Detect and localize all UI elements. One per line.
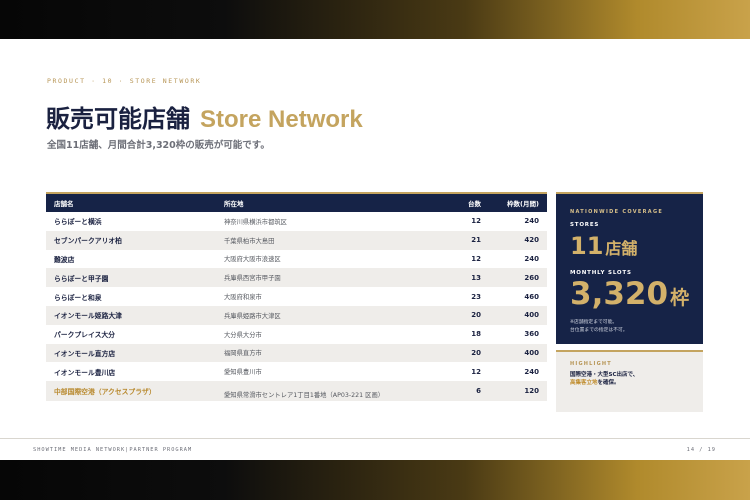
store-location: 愛知県常滑市セントレア1丁目1番地（AP03-221 区画）: [224, 391, 385, 399]
store-location: 神奈川県横浜市都筑区: [224, 218, 287, 226]
store-location: 兵庫県姫路市大津区: [224, 312, 281, 320]
store-location: 大阪府和泉市: [224, 294, 262, 302]
slots-unit: 枠: [670, 287, 690, 309]
store-slots: 120: [524, 387, 539, 396]
table-row: 中部国際空港（アクセスプラザ） 愛知県常滑市セントレア1丁目1番地（AP03-2…: [46, 381, 547, 402]
store-units: 12: [471, 254, 481, 263]
page-title-jp: 販売可能店舗: [46, 105, 190, 133]
coverage-eyebrow: NATIONWIDE COVERAGE: [570, 209, 664, 215]
store-name: イオンモール豊川店: [54, 368, 116, 377]
table-row: イオンモール姫路大津 兵庫県姫路市大津区 20 400: [46, 305, 547, 325]
store-location: 福岡県直方市: [224, 350, 262, 358]
coverage-note-line: ※店舗指定まで可能。: [570, 320, 618, 325]
column-header-store-name: 店舗名: [54, 200, 74, 208]
highlight-text: 国際空港・大型SC出店で、 高集客立地を確保。: [570, 371, 638, 387]
store-name: セブンパークアリオ柏: [54, 237, 122, 246]
store-units: 20: [471, 348, 481, 357]
store-slots: 240: [524, 217, 539, 226]
slots-value: 3,320: [570, 276, 669, 312]
store-name: イオンモール姫路大津: [54, 312, 122, 321]
table-row: パークプレイス大分 大分県大分市 18 360: [46, 324, 547, 344]
page-title: 販売可能店舗 Store Network: [46, 99, 363, 133]
store-units: 13: [471, 273, 481, 282]
page-subtitle: 全国11店舗、月間合計3,320枠の販売が可能です。: [47, 140, 270, 151]
table-row: 難波店 大阪府大阪市浪速区 12 240: [46, 249, 547, 269]
coverage-note-line: 台位置までの指定は不可。: [570, 327, 628, 333]
store-location: 愛知県豊川市: [224, 369, 262, 377]
table-row: イオンモール直方店 福岡県直方市 20 400: [46, 343, 547, 363]
store-name: ららぽーと和泉: [54, 293, 102, 302]
store-location: 千葉県柏市大島田: [224, 237, 275, 245]
highlight-line: 国際空港・大型SC出店で、: [570, 372, 639, 378]
store-slots: 240: [524, 367, 539, 376]
store-location: 大阪府大阪市浪速区: [224, 256, 281, 264]
highlight-line: 高集客立地を確保。: [570, 379, 638, 387]
slots-figure: 3,320 枠: [570, 276, 689, 312]
table-row: セブンパークアリオ柏 千葉県柏市大島田 21 420: [46, 230, 547, 250]
highlight-rest: を確保。: [597, 380, 620, 386]
highlight-box: HIGHLIGHT 国際空港・大型SC出店で、 高集客立地を確保。: [556, 350, 703, 412]
table-row: ららぽーと和泉 大阪府和泉市 23 460: [46, 287, 547, 306]
store-units: 12: [471, 367, 481, 376]
store-name: 中部国際空港（アクセスプラザ）: [54, 388, 156, 397]
highlight-accent: 高集客立地: [570, 380, 598, 386]
column-header-location: 所在地: [224, 200, 244, 208]
top-gradient-band: [0, 0, 750, 39]
highlight-eyebrow: HIGHLIGHT: [570, 361, 612, 367]
store-slots: 420: [524, 236, 539, 245]
store-units: 12: [471, 217, 481, 226]
footer-brand: SHOWTIME MEDIA NETWORK|PARTNER PROGRAM: [33, 447, 193, 453]
store-name: 難波店: [54, 255, 75, 264]
column-header-units: 台数: [468, 200, 481, 208]
table-row: ららぽーと甲子園 兵庫県西宮市甲子園 13 260: [46, 268, 547, 288]
column-header-slots: 枠数(月間): [507, 200, 539, 208]
stores-figure: 11 店舗: [570, 232, 637, 260]
store-units: 6: [476, 387, 481, 396]
table-row: ららぽーと横浜 神奈川県横浜市都筑区 12 240: [46, 212, 547, 231]
store-slots: 400: [524, 311, 539, 320]
page-title-en: Store Network: [200, 106, 363, 133]
store-slots: 460: [524, 292, 539, 301]
coverage-note: ※店舗指定まで可能。 台位置までの指定は不可。: [570, 319, 628, 334]
store-slots: 240: [524, 254, 539, 263]
coverage-panel: NATIONWIDE COVERAGE STORES 11 店舗 MONTHLY…: [556, 192, 703, 344]
stores-value: 11: [570, 232, 604, 260]
bottom-gradient-band: [0, 460, 750, 500]
store-units: 21: [471, 236, 481, 245]
store-units: 20: [471, 311, 481, 320]
store-units: 18: [471, 330, 481, 339]
table-row: イオンモール豊川店 愛知県豊川市 12 240: [46, 362, 547, 382]
store-units: 23: [471, 292, 481, 301]
stores-label: STORES: [570, 222, 600, 228]
stores-unit: 店舗: [605, 239, 638, 258]
store-location: 大分県大分市: [224, 331, 262, 339]
store-slots: 400: [524, 348, 539, 357]
store-name: ららぽーと横浜: [54, 218, 102, 227]
page-number: 14 / 19: [686, 447, 716, 453]
footer-divider: [0, 438, 750, 439]
store-name: パークプレイス大分: [54, 331, 115, 340]
store-table: 店舗名 所在地 台数 枠数(月間) ららぽーと横浜 神奈川県横浜市都筑区 12 …: [46, 194, 547, 402]
store-slots: 360: [524, 330, 539, 339]
store-location: 兵庫県西宮市甲子園: [224, 275, 281, 283]
store-name: イオンモール直方店: [54, 349, 116, 358]
store-table-container: 店舗名 所在地 台数 枠数(月間) ららぽーと横浜 神奈川県横浜市都筑区 12 …: [46, 192, 547, 402]
store-slots: 260: [524, 273, 539, 282]
section-eyebrow: PRODUCT · 10 · STORE NETWORK: [47, 77, 202, 85]
store-name: ららぽーと甲子園: [54, 274, 109, 283]
table-header-row: 店舗名 所在地 台数 枠数(月間): [46, 194, 547, 212]
